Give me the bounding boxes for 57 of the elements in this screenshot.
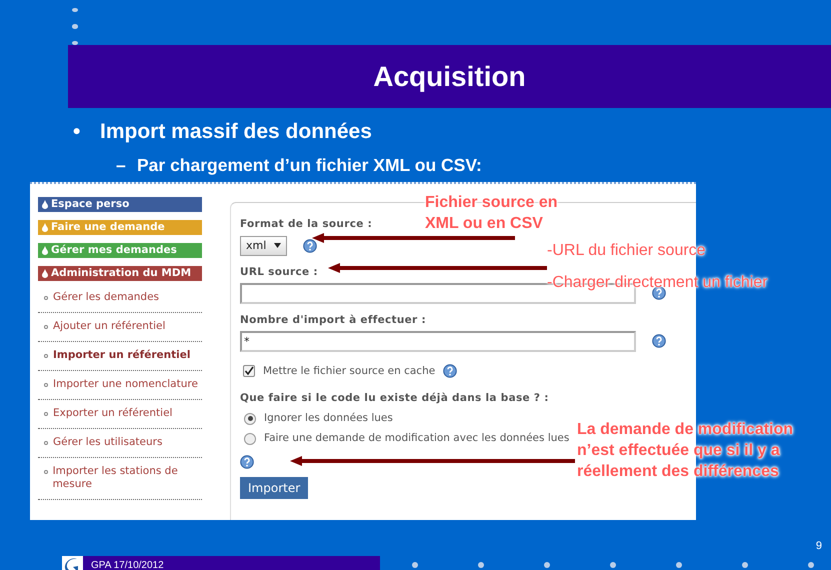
drop-icon	[42, 200, 48, 209]
page-number: 9	[816, 540, 822, 554]
submenu-link[interactable]: Importer une nomenclature	[38, 370, 202, 400]
bullet-icon	[44, 354, 48, 358]
footer-caption: GPA 17/10/2012	[91, 558, 164, 570]
checkbox[interactable]	[243, 365, 255, 378]
import-button[interactable]: Importer	[240, 476, 308, 498]
question-label: Que faire si le code lu existe déjà dans la base ? :	[240, 391, 549, 406]
bullet-icon	[44, 324, 48, 329]
decorative-dot	[808, 562, 814, 568]
radio-button[interactable]	[244, 412, 256, 425]
submenu-link[interactable]: Gérer les demandes	[38, 286, 202, 313]
decorative-dot	[676, 562, 682, 568]
slide-title: Acquisition	[373, 60, 526, 94]
decorative-dot	[478, 562, 484, 568]
help-icon[interactable]	[652, 334, 666, 348]
submenu-link[interactable]: Importer les stations de mesure	[38, 458, 202, 500]
count-input-field[interactable]: *	[240, 330, 636, 352]
radio-label: Faire une demande de modification avec les données lues	[264, 430, 570, 446]
bullet-icon	[44, 470, 48, 474]
decorative-dot	[544, 562, 550, 568]
help-icon[interactable]	[303, 238, 318, 253]
field-label: Format de la source :	[240, 216, 372, 232]
submenu-link[interactable]: Ajouter un référentiel	[38, 312, 202, 342]
annotation-text: Fichier source en XML ou en CSV	[425, 193, 558, 234]
menu-block[interactable]: Administration du MDM	[38, 266, 202, 281]
decorative-dot	[412, 562, 418, 568]
bullet-icon	[44, 412, 48, 416]
help-icon[interactable]	[240, 454, 254, 468]
drop-icon	[42, 246, 48, 255]
radio-label: Ignorer les données lues	[264, 411, 393, 426]
bullet-text: Import massif des données	[100, 119, 372, 145]
field-label: Nombre d'import à effectuer :	[240, 312, 426, 328]
bullet-text: Par chargement d’un fichier XML ou CSV:	[137, 154, 482, 177]
caret-icon	[274, 243, 282, 248]
submenu-link[interactable]: Gérer les utilisateurs	[38, 428, 202, 458]
submenu-link[interactable]: Importer un référentiel	[38, 342, 202, 371]
decorative-dot	[610, 562, 616, 568]
decorative-dot	[72, 40, 78, 45]
decorative-dot	[742, 562, 748, 568]
bullet-icon	[44, 296, 48, 300]
bullet-icon	[44, 440, 48, 445]
bullet-marker: •	[73, 119, 82, 145]
submenu-link[interactable]: Exporter un référentiel	[38, 400, 202, 429]
help-icon[interactable]	[443, 364, 458, 378]
bullet-icon	[44, 382, 48, 387]
bullet-marker: –	[116, 154, 127, 176]
drop-icon	[42, 268, 48, 278]
menu-block[interactable]: Espace perso	[38, 196, 202, 212]
drop-icon	[42, 222, 48, 232]
checkbox-label: Mettre le fichier source en cache	[263, 364, 436, 378]
decorative-dot	[72, 24, 78, 29]
format-dropdown[interactable]: xml	[240, 236, 288, 256]
decorative-dot	[72, 8, 78, 12]
radio-button[interactable]	[244, 432, 256, 445]
field-label: URL source :	[240, 265, 318, 280]
logo-icon	[62, 556, 83, 570]
